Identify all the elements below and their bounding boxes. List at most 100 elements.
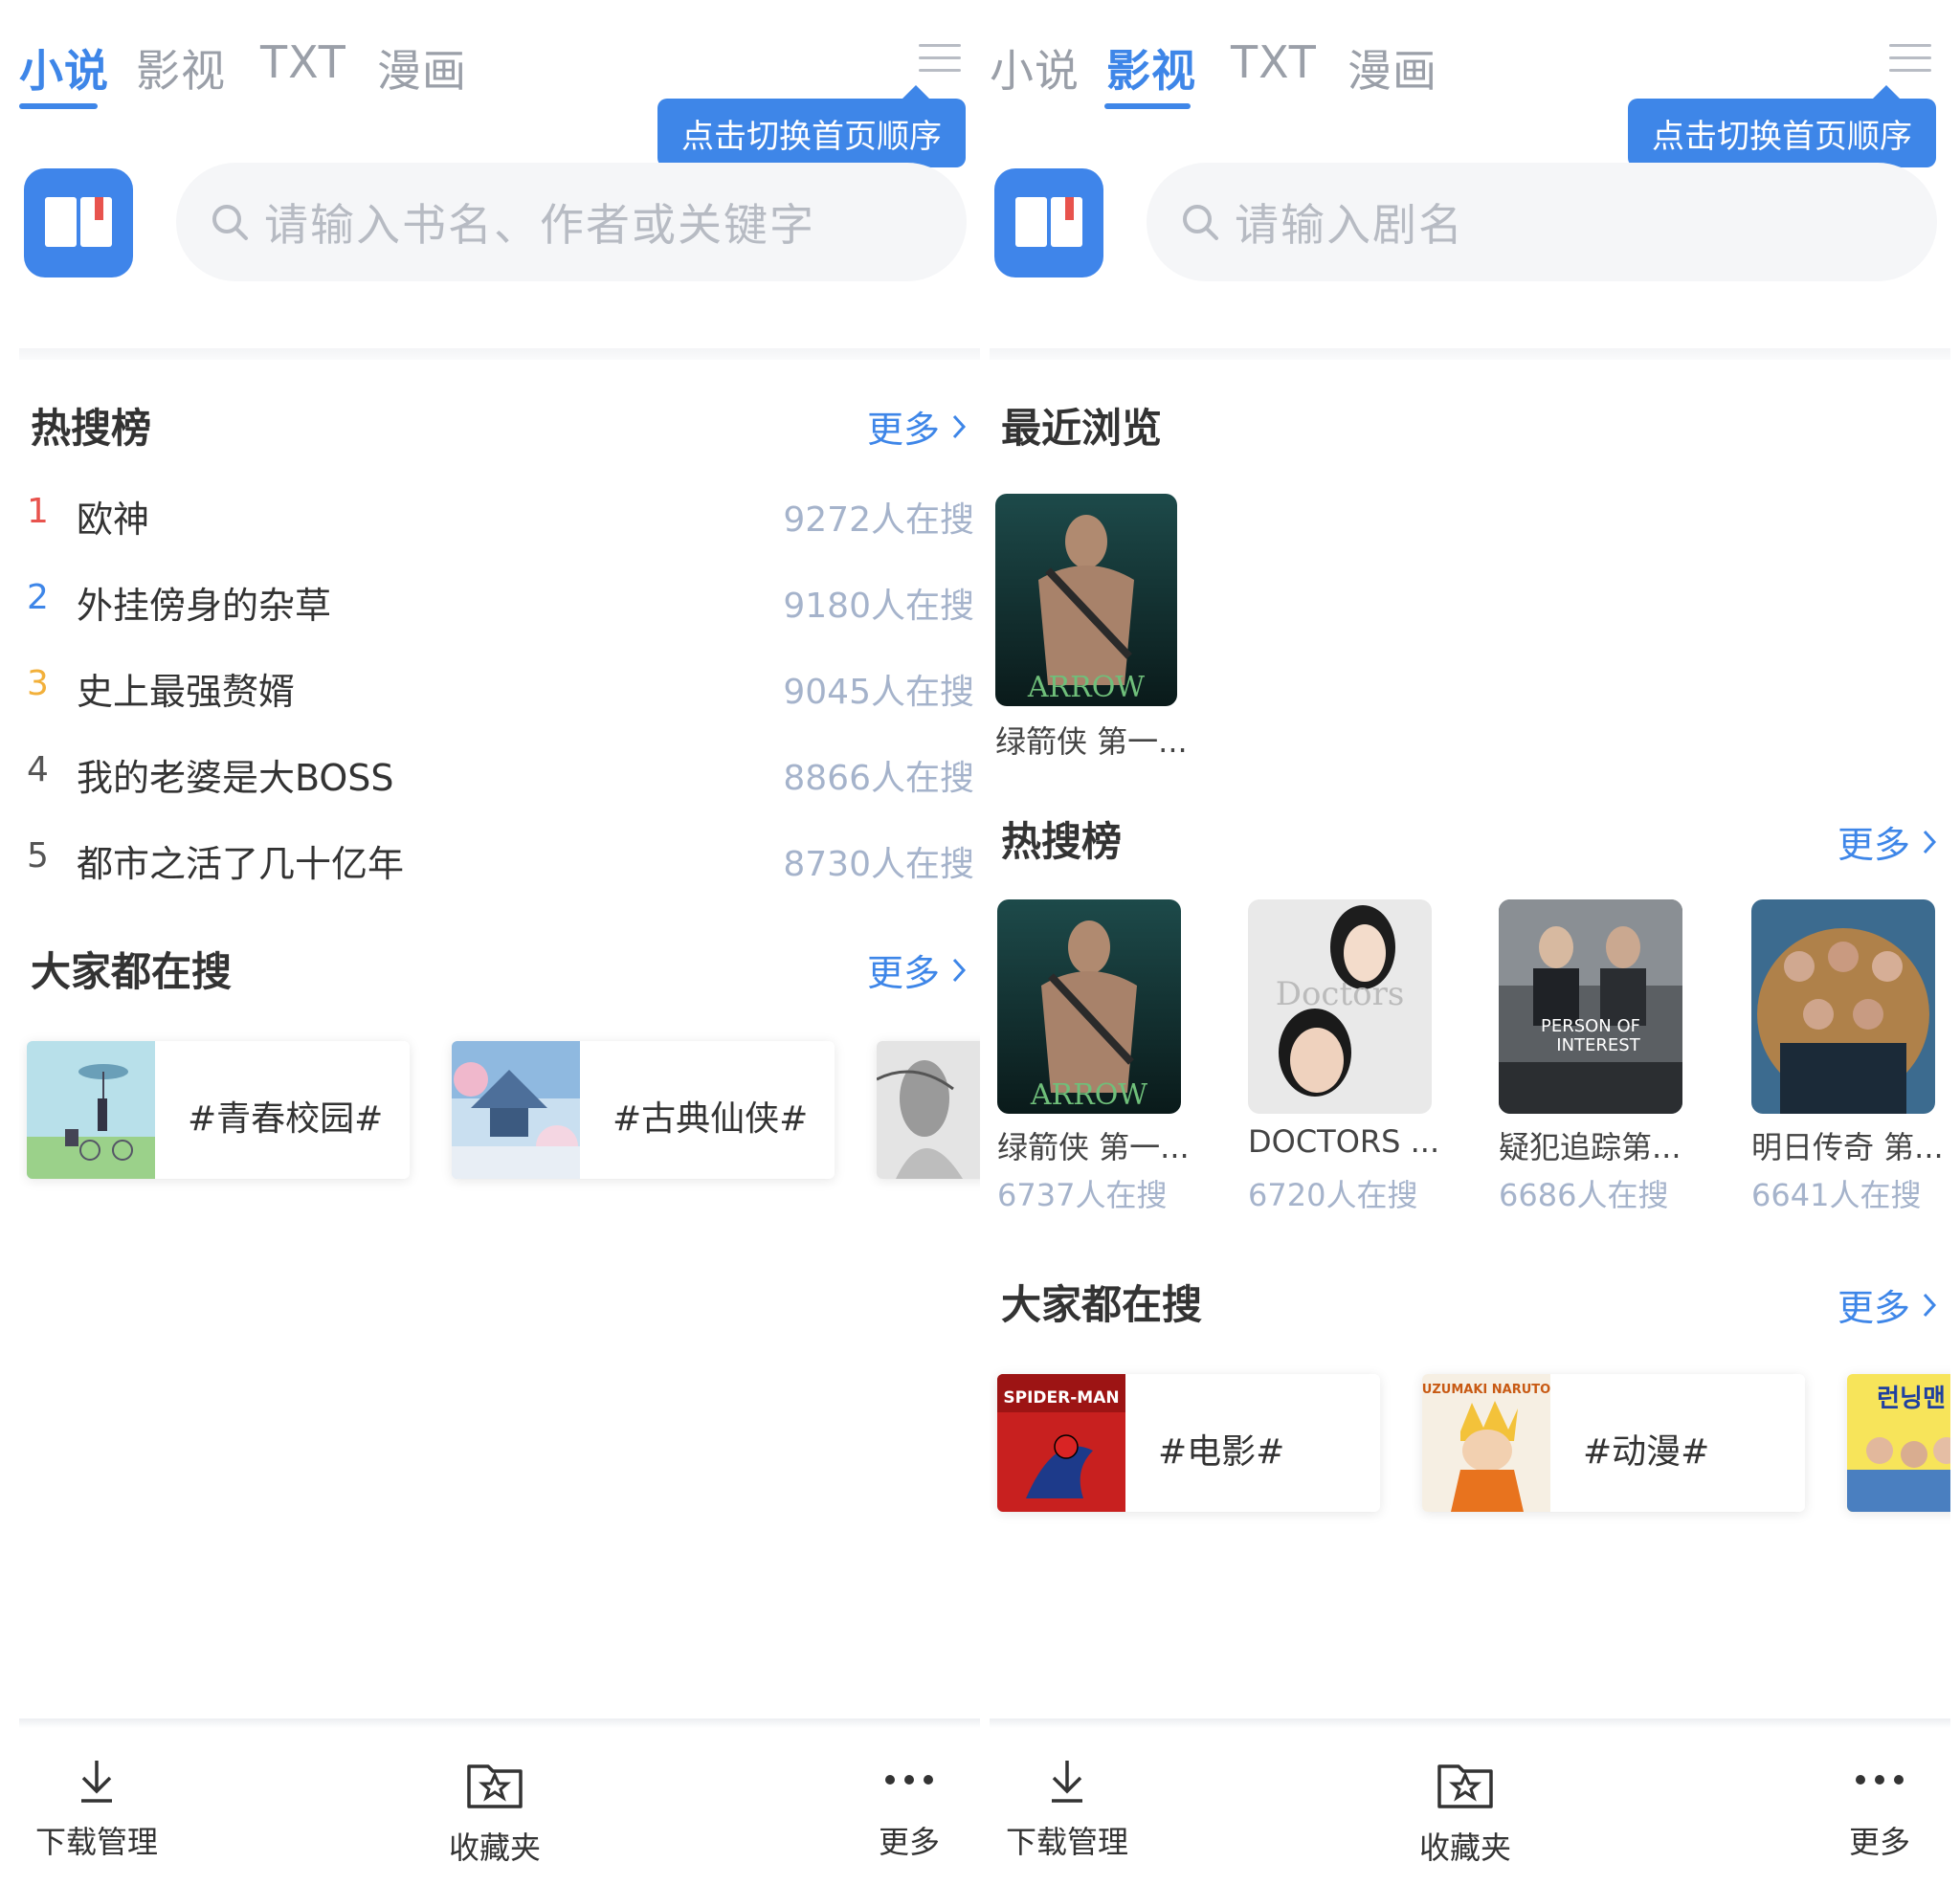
rank-row[interactable]: 4 我的老婆是大BOSS 8866人在搜 [27, 741, 980, 808]
hot-poster-legends[interactable] [1751, 899, 1935, 1114]
hot-poster-person-of-interest[interactable]: PERSON OF INTEREST [1499, 899, 1682, 1114]
hot-search-title: 热搜榜 [31, 405, 152, 452]
rank-row[interactable]: 3 史上最强赘婿 9045人在搜 [27, 654, 980, 721]
more-label: 更多 [866, 409, 940, 451]
rank-number: 5 [27, 836, 49, 876]
favorites-label: 收藏夹 [448, 1830, 541, 1866]
favorites-button[interactable]: 收藏夹 [442, 1757, 547, 1868]
chevron-right-icon [952, 414, 967, 438]
hot-poster-count: 6720人在搜 [1248, 1177, 1418, 1213]
star-folder-icon [1437, 1764, 1493, 1808]
tab-txt[interactable]: TXT [260, 36, 346, 88]
more-dots-icon [1856, 1775, 1904, 1785]
download-icon [1052, 1761, 1082, 1803]
rank-name: 我的老婆是大BOSS [77, 757, 394, 799]
rank-number: 1 [27, 492, 49, 531]
rank-count: 9180人在搜 [783, 587, 974, 626]
more-button[interactable]: 更多 [1841, 1757, 1918, 1862]
tag-card-campus[interactable]: #青春校园# [27, 1041, 410, 1179]
rank-row[interactable]: 2 外挂傍身的杂草 9180人在搜 [27, 568, 980, 635]
rank-count: 9272人在搜 [783, 500, 974, 540]
chevron-right-icon [952, 958, 967, 982]
menu-icon[interactable] [919, 44, 961, 73]
tag-card-anime[interactable]: UZUMAKI NARUTO #动漫# [1422, 1374, 1805, 1512]
hot-poster-arrow[interactable]: ARROW [997, 899, 1181, 1114]
tag-card-movie[interactable]: SPIDER-MAN #电影# [997, 1374, 1380, 1512]
reorder-tooltip[interactable]: 点击切换首页顺序 [1628, 85, 1936, 167]
tab-comic[interactable]: 漫画 [1348, 36, 1437, 100]
hot-poster-doctors[interactable]: Doctors [1248, 899, 1432, 1114]
favorites-button[interactable]: 收藏夹 [1413, 1757, 1518, 1868]
running-man-thumbnail: 런닝맨 [1847, 1374, 1950, 1512]
app-logo[interactable] [994, 168, 1103, 277]
search-input[interactable]: 请输入剧名 [1147, 163, 1937, 281]
app-logo[interactable] [24, 168, 133, 277]
rank-row[interactable]: 1 欧神 9272人在搜 [27, 482, 980, 549]
hot-poster-title: 疑犯追踪第... [1499, 1129, 1682, 1165]
tag-label: #电影# [1158, 1432, 1285, 1472]
tab-novel[interactable]: 小说 [990, 36, 1080, 100]
legends-of-tomorrow-poster-image [1751, 899, 1935, 1114]
tab-comic[interactable]: 漫画 [377, 36, 467, 100]
tab-video[interactable]: 影视 [1106, 36, 1196, 100]
recent-poster-title: 绿箭侠 第一... [995, 723, 1187, 760]
favorites-label: 收藏夹 [1418, 1830, 1511, 1866]
tag-label: #古典仙侠# [612, 1099, 809, 1139]
toolbar-shadow [19, 1719, 980, 1728]
poster-title-text: UZUMAKI NARUTO [1422, 1383, 1550, 1397]
hot-poster-count: 6737人在搜 [997, 1177, 1168, 1213]
more-dots-icon [885, 1775, 933, 1785]
download-label: 下载管理 [34, 1824, 158, 1860]
arrow-poster-image: ARROW [997, 899, 1181, 1114]
tag-card-xianxia[interactable]: #古典仙侠# [452, 1041, 835, 1179]
reorder-tooltip[interactable]: 点击切换首页顺序 [657, 85, 966, 167]
more-button[interactable]: 更多 [871, 1757, 947, 1862]
hot-more-link[interactable]: 更多 [1838, 815, 1937, 868]
menu-icon[interactable] [1889, 44, 1931, 73]
xianxia-thumbnail [452, 1041, 580, 1179]
hot-poster-count: 6641人在搜 [1751, 1177, 1922, 1213]
tag-label: #动漫# [1583, 1432, 1710, 1472]
tab-novel[interactable]: 小说 [19, 36, 109, 100]
rank-count: 9045人在搜 [783, 673, 974, 712]
more-label: 更多 [1848, 1824, 1910, 1860]
video-panel: 小说 影视 TXT 漫画 点击切换首页顺序 请输入剧名 最近浏览 ARROW 绿… [990, 0, 1950, 1885]
spiderman-thumbnail: SPIDER-MAN [997, 1374, 1125, 1512]
everyone-more-link[interactable]: 更多 [867, 943, 967, 996]
everyone-more-link[interactable]: 更多 [1838, 1278, 1937, 1331]
bottom-toolbar: 下载管理 收藏夹 更多 [19, 1719, 980, 1885]
rank-name: 都市之活了几十亿年 [77, 843, 405, 885]
star-folder-icon [467, 1764, 523, 1808]
rank-count: 8866人在搜 [783, 759, 974, 798]
poster-title-text: ARROW [1030, 1078, 1147, 1112]
search-placeholder: 请输入书名、作者或关键字 [264, 199, 815, 251]
search-input[interactable]: 请输入书名、作者或关键字 [176, 163, 967, 281]
rank-row[interactable]: 5 都市之活了几十亿年 8730人在搜 [27, 827, 980, 894]
tag-card-partial[interactable]: 런닝맨 [1847, 1374, 1950, 1512]
book-icon [1015, 197, 1082, 247]
tab-txt[interactable]: TXT [1231, 36, 1317, 88]
poster-title-text: INTEREST [1556, 1035, 1640, 1055]
tag-label: #青春校园# [188, 1099, 384, 1139]
hot-poster-title: 明日传奇 第... [1751, 1129, 1943, 1165]
doctors-poster-image: Doctors [1248, 899, 1432, 1114]
arrow-poster-image: ARROW [995, 494, 1177, 706]
rank-number: 4 [27, 750, 49, 789]
novel-panel: 小说 影视 TXT 漫画 点击切换首页顺序 请输入书名、作者或关键字 热搜榜 更… [19, 0, 980, 1885]
download-manager-button[interactable]: 下载管理 [1005, 1757, 1129, 1862]
more-label: 更多 [866, 952, 940, 994]
hot-poster-title: 绿箭侠 第一... [997, 1129, 1189, 1165]
more-label: 更多 [878, 1824, 940, 1860]
hot-more-link[interactable]: 更多 [867, 400, 967, 453]
poster-title-text: SPIDER-MAN [1003, 1388, 1119, 1408]
active-tab-indicator [1104, 103, 1191, 109]
tab-video[interactable]: 影视 [136, 36, 226, 100]
recent-poster[interactable]: ARROW [995, 494, 1177, 706]
download-manager-button[interactable]: 下载管理 [34, 1757, 159, 1862]
person-of-interest-poster-image: PERSON OF INTEREST [1499, 899, 1682, 1114]
poster-title-text: 런닝맨 [1877, 1385, 1946, 1413]
download-icon [81, 1761, 112, 1803]
ink-figure-thumbnail [877, 1041, 980, 1179]
tag-card-partial[interactable] [877, 1041, 980, 1179]
search-icon [212, 205, 248, 240]
